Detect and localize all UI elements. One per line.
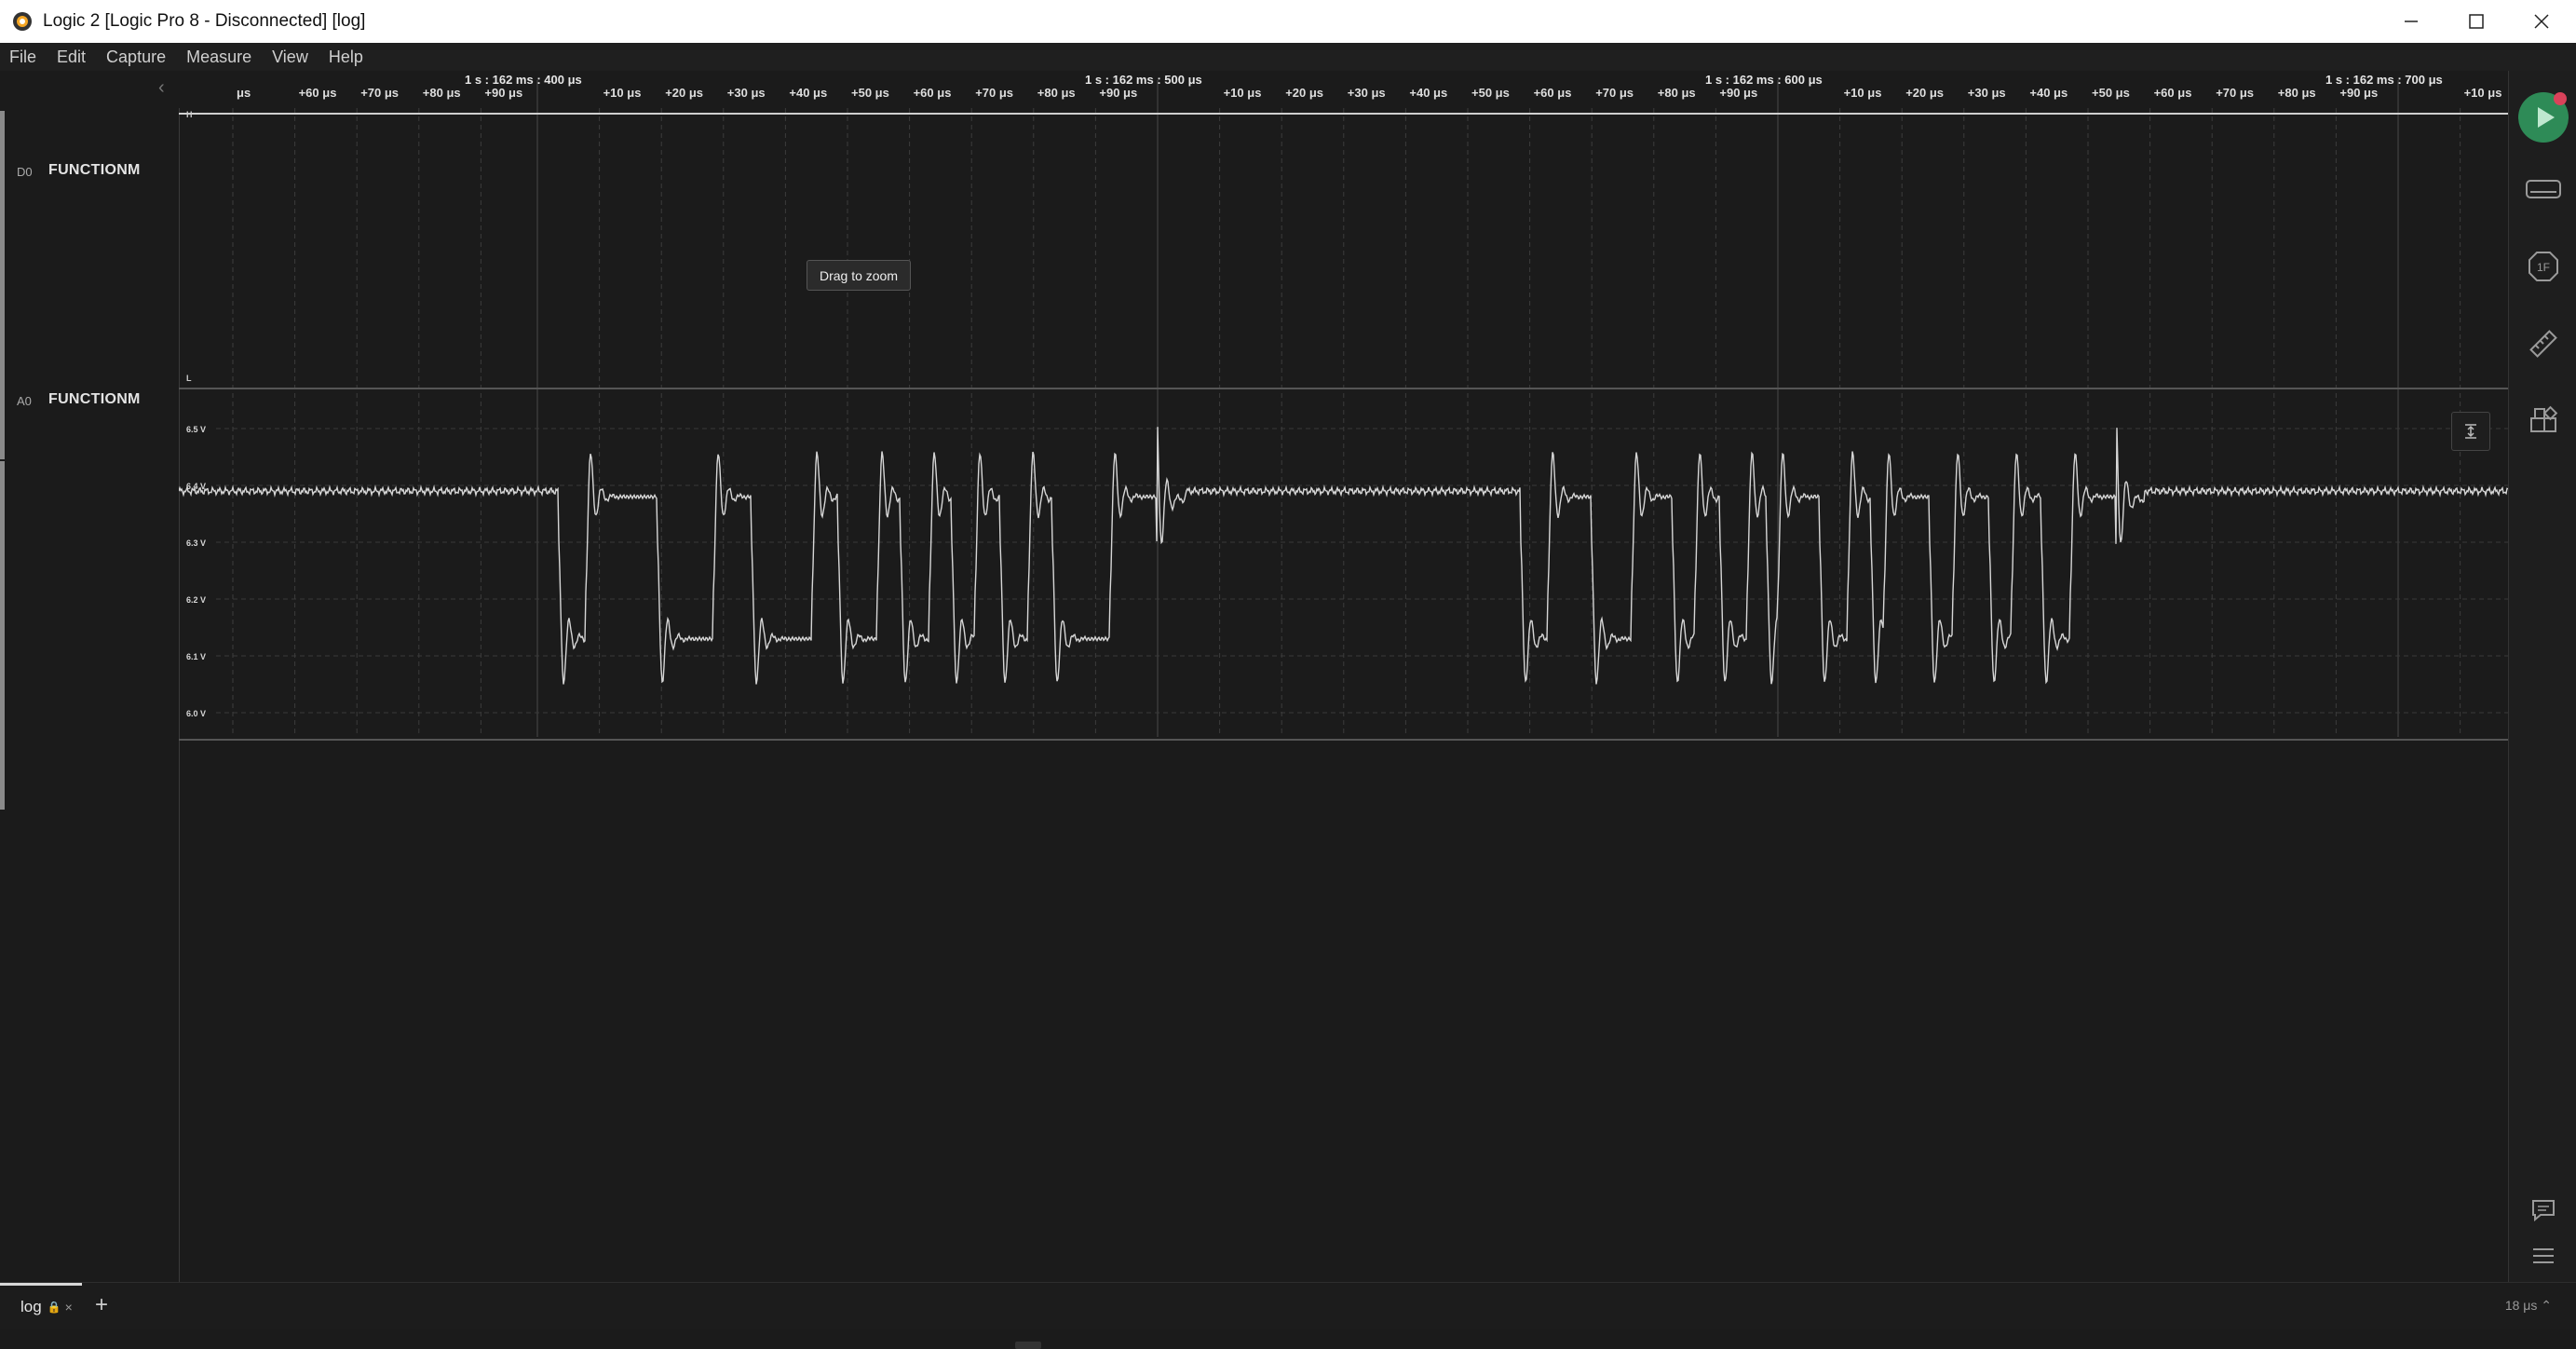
close-tab-icon[interactable]: × xyxy=(65,1300,73,1315)
tab-log[interactable]: log 🔒 × xyxy=(0,1283,82,1329)
tab-bar: log 🔒 × + 18 μs ⌃ xyxy=(0,1282,2576,1329)
analog-y-tick-label: 6.2 V xyxy=(186,595,206,605)
time-tick-label: +30 μs xyxy=(1968,86,2006,100)
channel-row-a0[interactable]: A0 FUNCTIONM xyxy=(0,391,179,810)
channel-accent xyxy=(0,461,5,810)
waveform-area[interactable]: μs +60 μs +70 μs +80 μs +90 μs 1 s : 162 ms :… xyxy=(0,71,2509,1349)
drag-to-zoom-tooltip: Drag to zoom xyxy=(807,260,911,291)
close-icon xyxy=(2534,14,2549,29)
run-capture-button[interactable] xyxy=(2509,89,2576,145)
notes-icon xyxy=(2531,1200,2555,1222)
lock-icon[interactable]: 🔒 xyxy=(47,1301,61,1314)
channel-panel: ‹ D0 FUNCTIONM A0 FUNCTIONM xyxy=(0,71,180,1282)
time-tick-label: +80 μs xyxy=(1658,86,1696,100)
time-tick-label: +10 μs xyxy=(1224,86,1262,100)
time-tick-label: +10 μs xyxy=(2464,86,2502,100)
analyzers-button[interactable]: 1F xyxy=(2509,238,2576,294)
tab-label: log xyxy=(20,1298,42,1315)
timeline-major-label: 1 s : 162 ms : 500 μs xyxy=(1085,73,1202,87)
time-tick-label: +30 μs xyxy=(1348,86,1386,100)
maximize-icon xyxy=(2469,14,2484,29)
device-icon xyxy=(2525,180,2561,198)
menu-icon xyxy=(2532,1248,2554,1263)
channel-accent xyxy=(0,111,5,459)
time-tick-label: +20 μs xyxy=(1905,86,1944,100)
time-tick-label: +40 μs xyxy=(789,86,827,100)
minimize-icon xyxy=(2405,20,2418,22)
menu-view[interactable]: View xyxy=(262,43,319,71)
logic-app-icon xyxy=(13,12,32,31)
device-settings-button[interactable] xyxy=(2509,161,2576,217)
title-bar: Logic 2 [Logic Pro 8 - Disconnected] [lo… xyxy=(0,0,2576,43)
svg-text:1F: 1F xyxy=(2536,261,2549,274)
timeline-major-label: 1 s : 162 ms : 600 μs xyxy=(1705,73,1823,87)
extensions-button[interactable] xyxy=(2509,393,2576,449)
expand-height-icon xyxy=(2465,424,2476,439)
time-tick-label: +60 μs xyxy=(2154,86,2192,100)
collapse-panel-icon[interactable]: ‹ xyxy=(158,77,165,99)
analog-y-tick-label: 6.5 V xyxy=(186,425,206,434)
channel-id: A0 xyxy=(17,394,32,408)
measure-button[interactable] xyxy=(2509,316,2576,372)
horizontal-scrollbar[interactable] xyxy=(1015,1342,1041,1349)
time-tick-label: +70 μs xyxy=(975,86,1013,100)
menu-button[interactable] xyxy=(2509,1228,2576,1284)
extensions-icon xyxy=(2529,405,2557,432)
expand-height-button[interactable] xyxy=(2451,412,2490,451)
timeline-major-label: 1 s : 162 ms : 400 μs xyxy=(465,73,582,87)
zoom-level[interactable]: 18 μs ⌃ xyxy=(2505,1298,2552,1314)
digital-low-label: L xyxy=(186,374,192,383)
timeline-major-label: 1 s : 162 ms : 700 μs xyxy=(2325,73,2443,87)
close-button[interactable] xyxy=(2509,0,2574,43)
time-tick-label: +90 μs xyxy=(1719,86,1757,100)
digital-high-label: H xyxy=(186,110,193,119)
time-tick-label: +60 μs xyxy=(1534,86,1572,100)
channel-name[interactable]: FUNCTIONM xyxy=(48,162,141,179)
analog-y-tick-label: 6.0 V xyxy=(186,709,206,718)
time-tick-label: +90 μs xyxy=(1099,86,1137,100)
time-tick-label: +50 μs xyxy=(2092,86,2130,100)
time-tick-label: +50 μs xyxy=(1471,86,1510,100)
time-tick-label: +60 μs xyxy=(914,86,952,100)
menu-bar: File Edit Capture Measure View Help xyxy=(0,43,2576,71)
time-tick-label: +90 μs xyxy=(484,86,522,100)
add-tab-button[interactable]: + xyxy=(95,1292,108,1318)
time-tick-label: +40 μs xyxy=(1409,86,1447,100)
minimize-button[interactable] xyxy=(2379,0,2444,43)
time-tick-label: +80 μs xyxy=(1037,86,1076,100)
time-tick-label: +20 μs xyxy=(665,86,703,100)
channel-name[interactable]: FUNCTIONM xyxy=(48,391,141,408)
menu-measure[interactable]: Measure xyxy=(176,43,262,71)
menu-help[interactable]: Help xyxy=(319,43,373,71)
time-tick-label: +80 μs xyxy=(2278,86,2316,100)
menu-capture[interactable]: Capture xyxy=(96,43,176,71)
time-tick-label: +30 μs xyxy=(727,86,766,100)
menu-file[interactable]: File xyxy=(0,43,47,71)
measure-icon xyxy=(2529,330,2557,358)
menu-edit[interactable]: Edit xyxy=(47,43,96,71)
time-tick-label: +40 μs xyxy=(2029,86,2068,100)
right-sidebar: 1F xyxy=(2508,71,2576,1282)
analog-y-tick-label: 6.4 V xyxy=(186,482,206,491)
time-tick-label: μs xyxy=(237,86,251,100)
waveform-canvas[interactable]: μs +60 μs +70 μs +80 μs +90 μs1 s : 162 ms :… xyxy=(0,71,2509,1282)
time-tick-label: +10 μs xyxy=(603,86,642,100)
time-tick-label: +50 μs xyxy=(851,86,889,100)
analog-y-tick-label: 6.3 V xyxy=(186,538,206,548)
analog-y-tick-label: 6.1 V xyxy=(186,652,206,661)
run-capture-icon xyxy=(2517,92,2569,143)
window-title: Logic 2 [Logic Pro 8 - Disconnected] [lo… xyxy=(43,11,366,31)
time-tick-label: +70 μs xyxy=(1595,86,1634,100)
analyzers-icon: 1F xyxy=(2528,252,2558,281)
time-tick-label: +70 μs xyxy=(360,86,399,100)
time-tick-label: +10 μs xyxy=(1844,86,1882,100)
time-tick-label: +70 μs xyxy=(2216,86,2254,100)
time-tick-label: +80 μs xyxy=(423,86,461,100)
time-tick-label: +90 μs xyxy=(2339,86,2378,100)
channel-id: D0 xyxy=(17,165,33,179)
time-tick-label: +20 μs xyxy=(1285,86,1323,100)
maximize-button[interactable] xyxy=(2444,0,2509,43)
time-tick-label: +60 μs xyxy=(299,86,337,100)
